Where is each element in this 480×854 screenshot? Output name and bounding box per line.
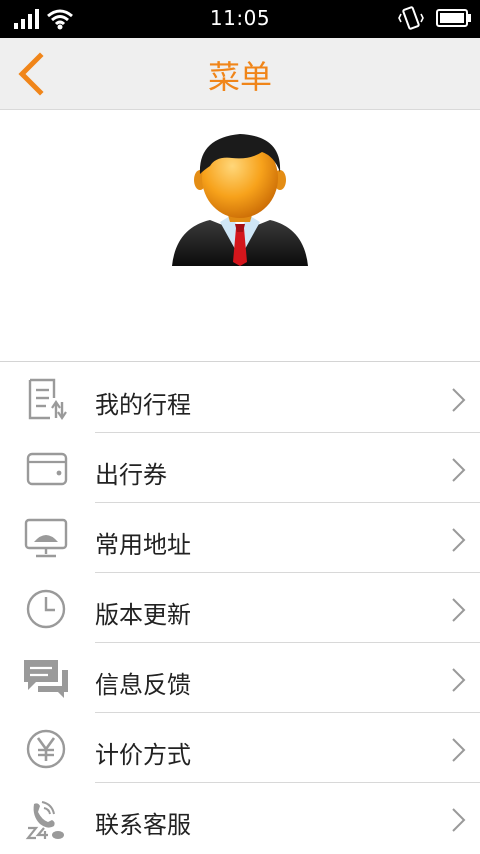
page-title: 菜单	[207, 58, 272, 96]
menu-item-label: 我的行程	[95, 391, 191, 419]
yen-icon	[26, 729, 66, 769]
itinerary-icon	[28, 378, 67, 420]
chevron-right-icon	[452, 668, 466, 692]
address-icon	[24, 518, 68, 558]
profile-section	[0, 110, 480, 362]
chevron-right-icon	[452, 388, 466, 412]
menu-item-addresses[interactable]: 常用地址	[0, 503, 480, 573]
nav-bar: 菜单	[0, 38, 480, 110]
chevron-right-icon	[452, 738, 466, 762]
menu-item-label: 计价方式	[95, 741, 191, 769]
chevron-right-icon	[452, 598, 466, 622]
avatar[interactable]	[170, 128, 310, 268]
chevron-right-icon	[452, 528, 466, 552]
chevron-right-icon	[452, 808, 466, 832]
menu-list: 我的行程 出行券 常用地址 版本更新 信息反馈 计价方式 联系客服	[0, 363, 480, 853]
menu-item-itinerary[interactable]: 我的行程	[0, 363, 480, 433]
battery-icon	[436, 9, 471, 27]
feedback-icon	[24, 660, 68, 698]
menu-item-feedback[interactable]: 信息反馈	[0, 643, 480, 713]
wallet-icon	[26, 452, 68, 486]
chevron-right-icon	[452, 458, 466, 482]
menu-item-label: 常用地址	[95, 531, 191, 559]
clock-icon	[26, 589, 66, 629]
menu-item-coupons[interactable]: 出行券	[0, 433, 480, 503]
menu-item-customer-service[interactable]: 联系客服	[0, 783, 480, 853]
menu-item-label: 出行券	[95, 461, 167, 489]
vibrate-icon	[398, 6, 424, 30]
customer-service-icon	[25, 801, 64, 840]
menu-item-pricing[interactable]: 计价方式	[0, 713, 480, 783]
menu-item-label: 联系客服	[95, 811, 191, 839]
status-bar: 11:05	[0, 0, 480, 38]
menu-item-label: 信息反馈	[95, 671, 191, 699]
menu-item-version-update[interactable]: 版本更新	[0, 573, 480, 643]
menu-item-label: 版本更新	[95, 601, 191, 629]
